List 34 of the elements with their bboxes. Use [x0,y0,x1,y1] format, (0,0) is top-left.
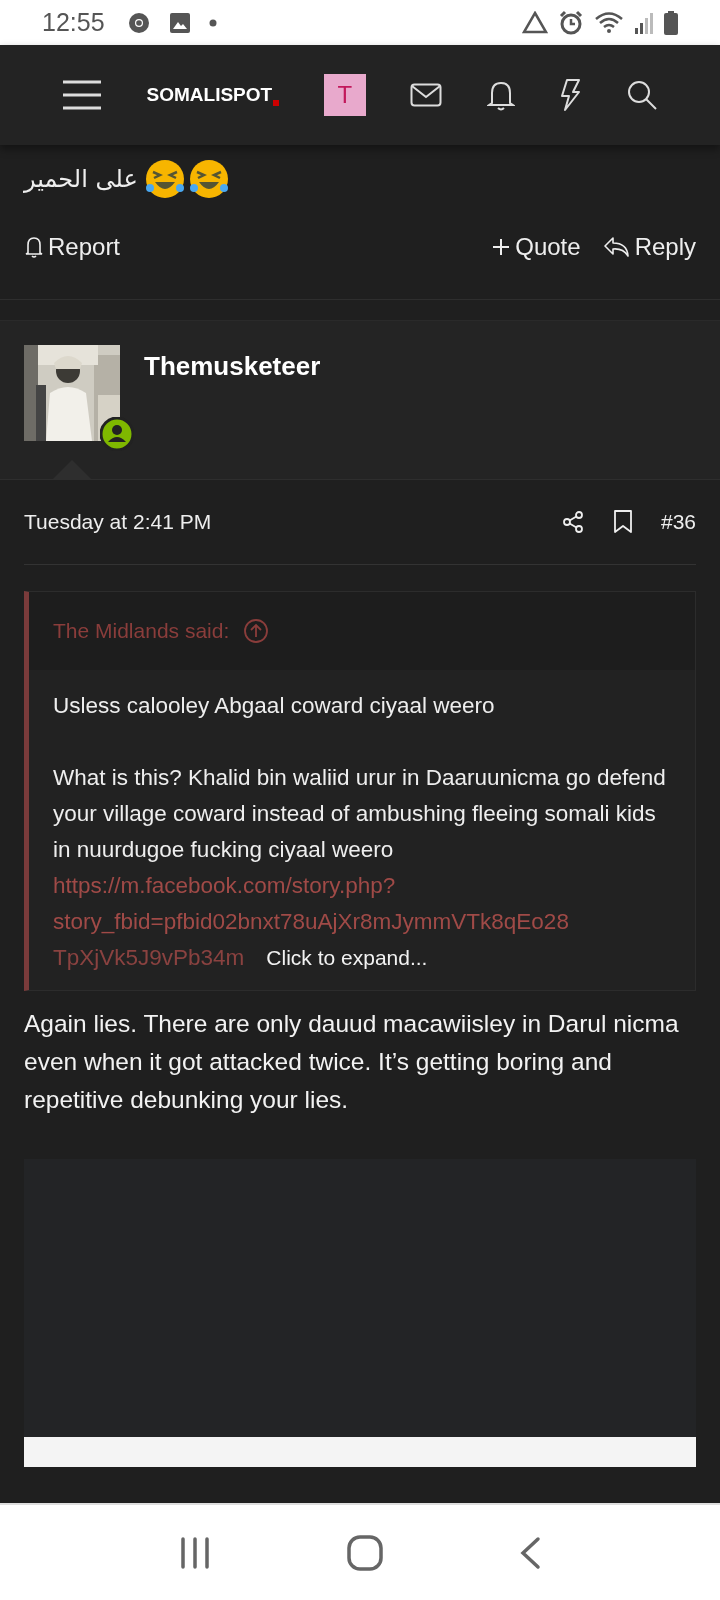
quote-text: What is this? Khalid bin waliid urur in Daaruunicma go defend your village coward instead of ambushing fleeing somali kids in nuurdugoe fucking ciyaal weero [53,764,667,864]
dot-icon [208,18,217,27]
image-icon [168,11,191,34]
bookmark-icon[interactable] [612,510,633,534]
laughing-emoji-icon [187,158,230,200]
mail-icon[interactable] [410,83,443,107]
post-number[interactable]: #36 [660,510,696,534]
lightning-icon[interactable] [559,78,582,112]
post-text: Again lies. There are only dauud macawiisley in Darul nicma even when it got attacked twice. It’s getting boring and repetitive debunking your lies. [24,1009,680,1115]
back-icon[interactable] [518,1535,543,1570]
search-icon[interactable] [626,79,658,111]
post-date[interactable]: Tuesday at 2:41 PM [24,510,212,534]
site-logo[interactable]: SOMALISPOT [146,84,273,106]
menu-icon[interactable] [62,79,102,111]
quote-button[interactable]: Quote [491,233,581,261]
home-icon[interactable] [347,1534,383,1571]
signal-icon [634,11,654,34]
browser-icon [126,10,151,35]
battery-icon [664,10,678,35]
alarm-icon [558,9,584,36]
quote-text: Usless calooley Abgaal coward ciyaal weero [53,692,496,720]
reply-button[interactable]: Reply [602,233,696,261]
laughing-emoji-icon [143,158,186,200]
plus-icon [491,237,512,257]
bell-icon [24,235,44,259]
clock: 12:55 [42,8,105,37]
wifi-icon [594,10,624,35]
post-text: على الحمير [24,165,138,193]
username[interactable]: Themusketeer [144,351,321,383]
reply-arrow-icon [602,235,631,259]
expand-link[interactable]: Click to expand... [266,940,428,976]
share-icon[interactable] [560,510,585,534]
bell-icon[interactable] [486,79,515,111]
report-button[interactable]: Report [24,233,121,261]
